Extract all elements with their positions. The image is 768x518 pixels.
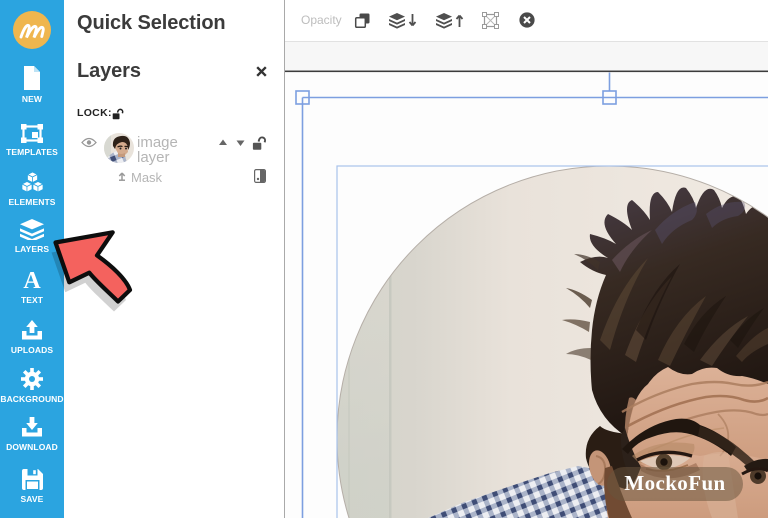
svg-text:A: A <box>23 271 41 291</box>
